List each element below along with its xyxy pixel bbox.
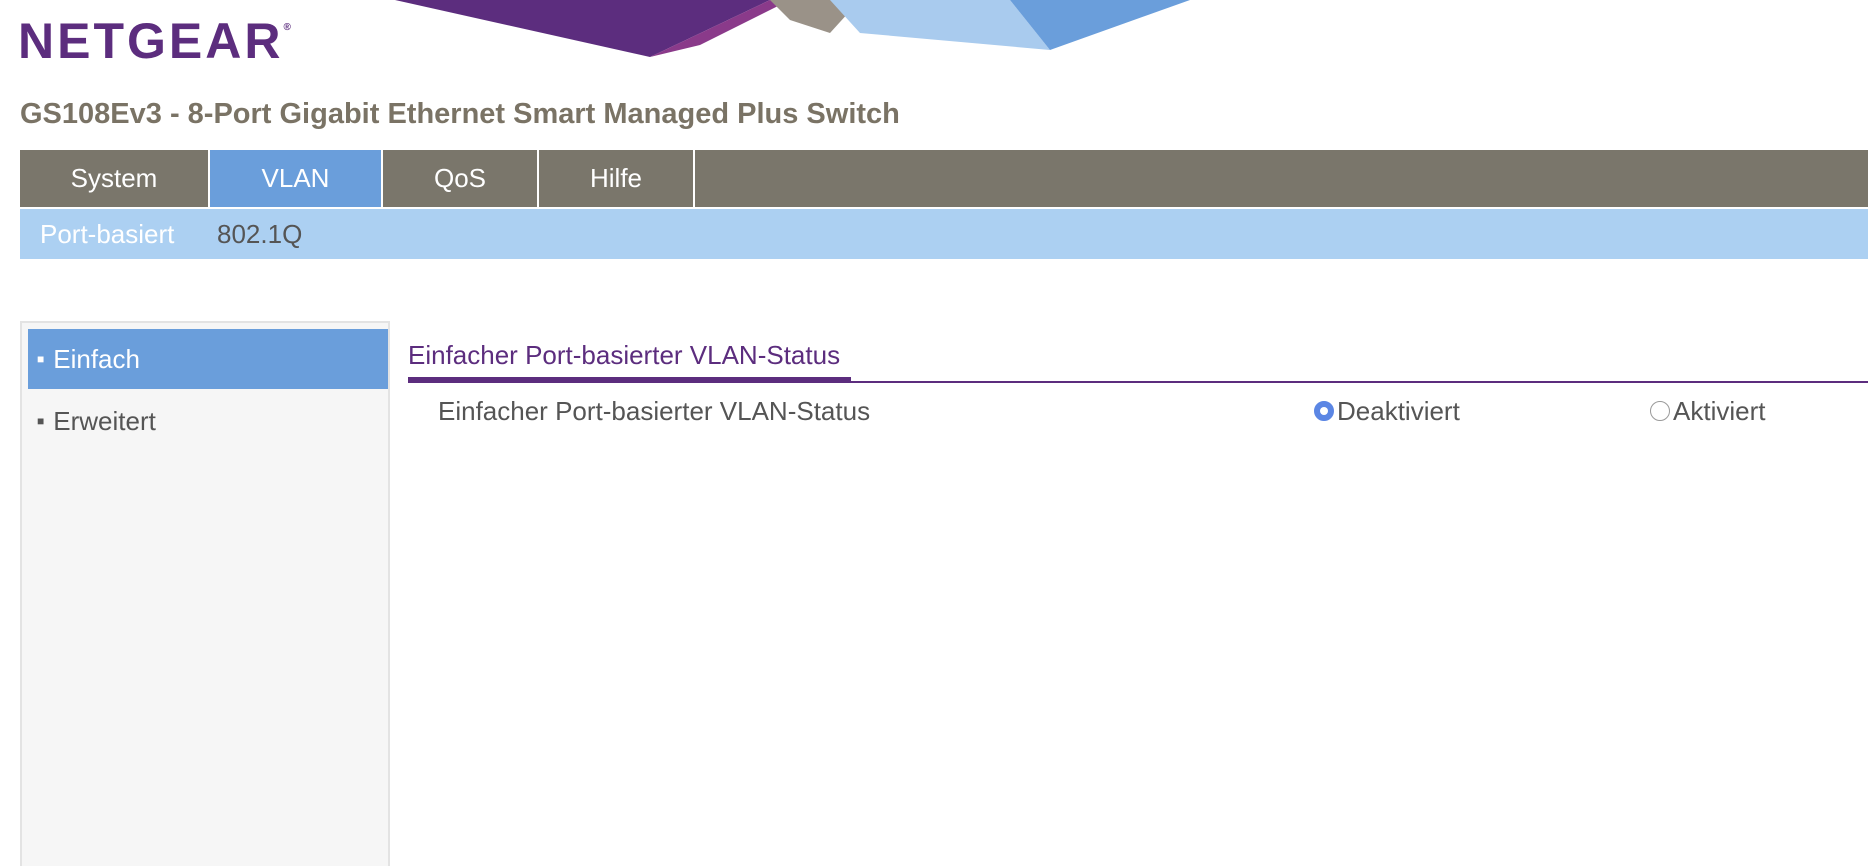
- radio-aktiviert[interactable]: Aktiviert: [1650, 396, 1765, 426]
- logo-text: NETGEAR: [18, 13, 284, 69]
- sidebar: ■ Einfach ■ Erweitert: [20, 321, 390, 866]
- sub-navigation: Port-basiert 802.1Q: [20, 209, 1868, 259]
- section-heading: Einfacher Port-basierter VLAN-Status: [408, 340, 841, 370]
- radio-checked-icon[interactable]: [1314, 401, 1334, 421]
- subtab-port-basiert[interactable]: Port-basiert: [40, 209, 174, 259]
- bullet-icon: ■: [37, 352, 45, 366]
- product-title: GS108Ev3 - 8-Port Gigabit Ethernet Smart…: [20, 98, 900, 130]
- tab-vlan[interactable]: VLAN: [210, 150, 383, 207]
- netgear-logo: NETGEAR®: [18, 12, 291, 70]
- radio-label-deaktiviert: Deaktiviert: [1337, 395, 1460, 426]
- page: NETGEAR® GS108Ev3 - 8-Port Gigabit Ether…: [0, 0, 1868, 866]
- tab-system[interactable]: System: [20, 150, 210, 207]
- sidebar-item-erweitert[interactable]: ■ Erweitert: [28, 391, 388, 451]
- subtab-802-1q[interactable]: 802.1Q: [217, 209, 302, 259]
- radio-unchecked-icon[interactable]: [1650, 401, 1670, 421]
- bullet-icon: ■: [37, 414, 45, 428]
- tab-hilfe[interactable]: Hilfe: [539, 150, 695, 207]
- sidebar-item-label: Einfach: [53, 343, 140, 374]
- sidebar-item-label: Erweitert: [53, 405, 156, 436]
- top-navigation: System VLAN QoS Hilfe: [20, 150, 1868, 207]
- tab-qos[interactable]: QoS: [383, 150, 539, 207]
- radio-deaktiviert[interactable]: Deaktiviert: [1314, 396, 1460, 426]
- sidebar-item-einfach[interactable]: ■ Einfach: [28, 329, 388, 389]
- registered-mark: ®: [283, 22, 291, 33]
- radio-label-aktiviert: Aktiviert: [1673, 395, 1766, 426]
- vlan-status-label: Einfacher Port-basierter VLAN-Status: [438, 396, 871, 426]
- section-divider: [408, 381, 1868, 383]
